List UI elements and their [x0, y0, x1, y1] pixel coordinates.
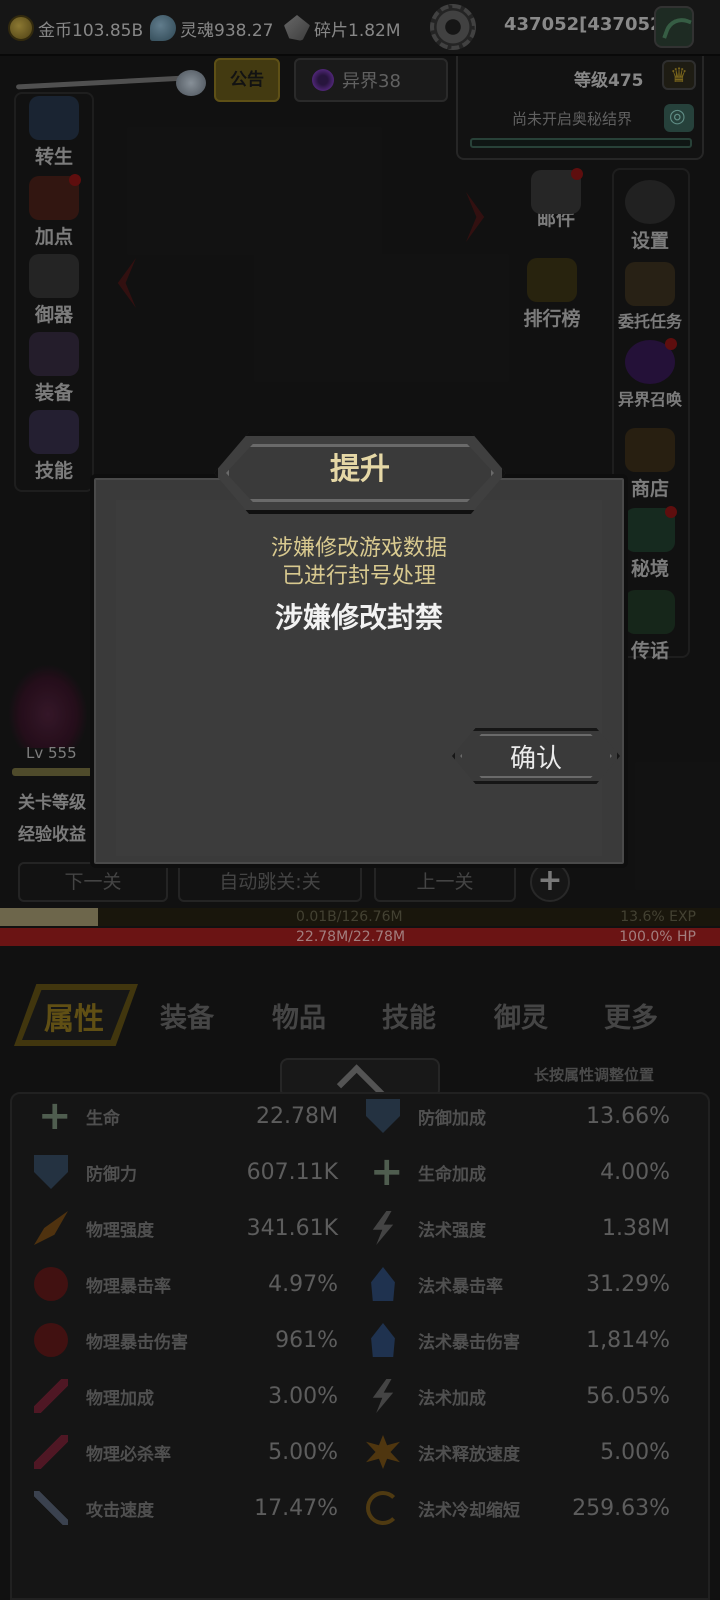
modal-title: 提升 — [330, 452, 390, 487]
modal-message-line1: 涉嫌修改游戏数据 — [270, 536, 447, 561]
modal-ban-reason: 涉嫌修改封禁 — [274, 601, 443, 634]
confirm-button-label[interactable]: 确认 — [452, 738, 620, 775]
modal-message-line2: 已进行封号处理 — [281, 564, 436, 589]
